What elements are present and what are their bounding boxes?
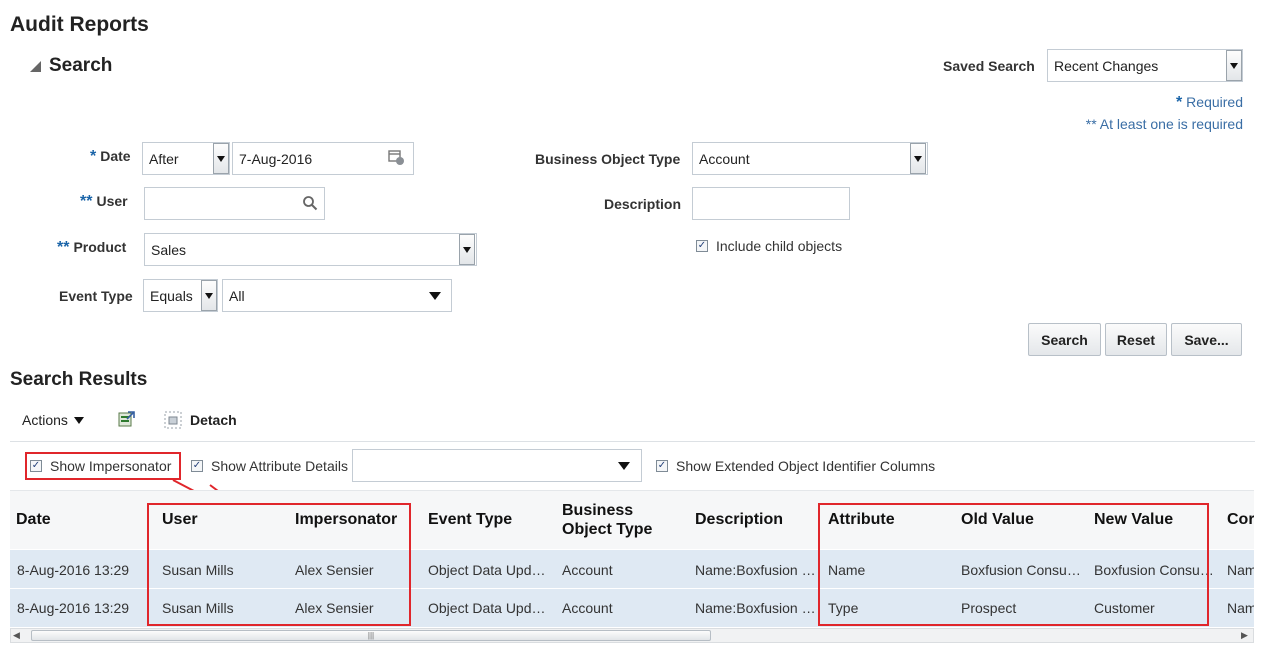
search-results-title: Search Results xyxy=(10,369,148,390)
business-object-type-dropdown-button[interactable] xyxy=(910,143,926,174)
chevron-down-icon xyxy=(217,155,225,162)
date-required-star: * xyxy=(90,148,97,165)
search-section-title: Search xyxy=(49,55,113,76)
search-button[interactable]: Search xyxy=(1028,323,1101,356)
cell-business-object-type: Account xyxy=(562,600,613,616)
cell-business-object-type: Account xyxy=(562,562,613,578)
include-child-objects-label: Include child objects xyxy=(716,238,843,254)
checkbox-checked-icon[interactable]: ✓ xyxy=(191,460,203,472)
reset-button[interactable]: Reset xyxy=(1105,323,1167,356)
cell-cor: Nam xyxy=(1227,600,1254,616)
scroll-left-arrow-icon[interactable]: ◀ xyxy=(13,630,20,641)
attribute-details-select[interactable] xyxy=(352,449,642,482)
saved-search-dropdown-button[interactable] xyxy=(1226,50,1242,81)
highlight-box-impersonator-checkbox xyxy=(25,452,181,480)
actions-menu[interactable]: Actions xyxy=(22,412,84,428)
description-input[interactable] xyxy=(692,187,850,220)
toolbar-divider xyxy=(10,441,1255,442)
highlight-box-attribute-values xyxy=(818,503,1209,626)
cell-event-type: Object Data Upd… xyxy=(428,562,546,578)
chevron-down-icon xyxy=(618,462,630,470)
product-dropdown-button[interactable] xyxy=(459,234,475,265)
bot-header-line1: Business xyxy=(562,502,634,519)
cell-event-type: Object Data Upd… xyxy=(428,600,546,616)
chevron-down-icon xyxy=(73,416,84,424)
column-header-date[interactable]: Date xyxy=(16,511,51,529)
scroll-right-arrow-icon[interactable]: ▶ xyxy=(1241,630,1248,641)
column-header-cor[interactable]: Cor xyxy=(1227,511,1254,529)
bot-header-line2: Object Type xyxy=(562,521,653,538)
business-object-type-value: Account xyxy=(699,150,750,167)
cell-description: Name:Boxfusion … xyxy=(695,600,816,616)
at-least-one-note: ** At least one is required xyxy=(1085,116,1243,132)
event-type-select[interactable]: All xyxy=(222,279,452,312)
date-operator-value: After xyxy=(149,150,179,167)
column-header-description[interactable]: Description xyxy=(695,511,783,529)
cell-description: Name:Boxfusion … xyxy=(695,562,816,578)
event-type-dropdown-button[interactable] xyxy=(429,292,441,300)
user-label: User xyxy=(96,193,128,209)
user-required-stars: ** xyxy=(80,193,93,210)
attribute-details-dropdown-button[interactable] xyxy=(618,462,630,470)
user-field-label: ** User xyxy=(80,193,128,211)
export-to-excel-icon[interactable] xyxy=(116,410,136,430)
product-required-stars: ** xyxy=(57,239,70,256)
checkbox-checked-icon[interactable]: ✓ xyxy=(696,240,708,252)
actions-menu-label: Actions xyxy=(22,412,68,428)
product-select[interactable]: Sales xyxy=(144,233,477,266)
date-operator-dropdown-button[interactable] xyxy=(213,143,229,174)
user-input[interactable] xyxy=(144,187,325,220)
chevron-down-icon xyxy=(914,155,922,162)
include-child-objects-checkbox[interactable]: ✓ Include child objects xyxy=(696,238,842,254)
scrollbar-thumb[interactable]: ||| xyxy=(31,630,711,641)
business-object-type-label: Business Object Type xyxy=(535,151,681,167)
product-label: Product xyxy=(73,239,127,255)
event-type-value: All xyxy=(229,287,245,304)
calendar-icon[interactable] xyxy=(387,148,405,166)
search-section-header[interactable]: Search xyxy=(30,55,112,77)
detach-label: Detach xyxy=(190,412,237,428)
search-icon[interactable] xyxy=(302,195,318,211)
page-title: Audit Reports xyxy=(10,13,149,36)
cell-date: 8-Aug-2016 13:29 xyxy=(17,562,130,578)
chevron-down-icon xyxy=(463,246,471,253)
event-type-operator-dropdown-button[interactable] xyxy=(201,280,217,311)
description-label: Description xyxy=(604,196,682,212)
product-field-label: ** Product xyxy=(57,239,126,257)
show-attribute-details-label: Show Attribute Details xyxy=(211,458,348,474)
product-value: Sales xyxy=(151,241,187,258)
event-type-label: Event Type xyxy=(59,288,133,304)
collapse-triangle-icon[interactable] xyxy=(30,60,41,72)
event-type-operator-value: Equals xyxy=(150,287,193,304)
column-header-event-type[interactable]: Event Type xyxy=(428,511,512,529)
date-value: 7-Aug-2016 xyxy=(239,150,313,167)
required-note: * Required xyxy=(1176,94,1243,112)
show-extended-identifier-checkbox[interactable]: ✓ Show Extended Object Identifier Column… xyxy=(656,458,935,474)
detach-button[interactable]: Detach xyxy=(164,411,237,429)
business-object-type-select[interactable]: Account xyxy=(692,142,928,175)
chevron-down-icon xyxy=(205,292,213,299)
show-attribute-details-checkbox[interactable]: ✓ Show Attribute Details xyxy=(191,458,348,474)
chevron-down-icon xyxy=(429,292,441,300)
chevron-down-icon xyxy=(1230,62,1238,69)
required-star: * xyxy=(1175,94,1183,111)
column-header-business-object-type[interactable]: Business Object Type xyxy=(562,501,652,539)
show-extended-identifier-label: Show Extended Object Identifier Columns xyxy=(676,458,936,474)
cell-date: 8-Aug-2016 13:29 xyxy=(17,600,130,616)
cell-cor: Nam xyxy=(1227,562,1254,578)
required-note-text: Required xyxy=(1186,94,1243,110)
saved-search-value: Recent Changes xyxy=(1054,57,1159,74)
date-field-label: * Date xyxy=(90,148,131,166)
date-label: Date xyxy=(100,148,131,164)
checkbox-checked-icon[interactable]: ✓ xyxy=(656,460,668,472)
highlight-box-user-impersonator xyxy=(147,503,411,626)
save-button[interactable]: Save... xyxy=(1171,323,1242,356)
saved-search-select[interactable]: Recent Changes xyxy=(1047,49,1243,82)
detach-icon xyxy=(164,411,182,429)
saved-search-label: Saved Search xyxy=(943,58,1035,74)
